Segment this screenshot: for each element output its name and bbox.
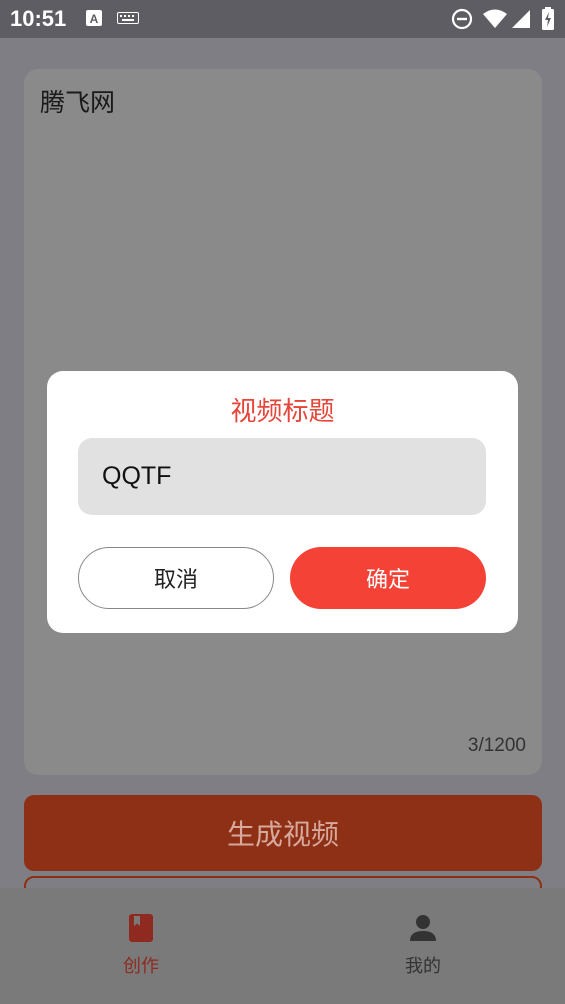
tab-create-label: 创作 — [123, 956, 159, 977]
bottom-tab-bar: 创作 我的 — [0, 888, 565, 1004]
dialog-title: 视频标题 — [230, 397, 335, 427]
editor-content[interactable]: 腾飞网 — [40, 83, 115, 119]
person-icon — [410, 915, 436, 941]
battery-charging-icon — [542, 7, 554, 30]
video-title-dialog: 视频标题 QQTF 取消 确定 — [47, 371, 518, 633]
font-notification-icon: A — [86, 10, 102, 26]
generate-video-button[interactable]: 生成视频 — [24, 795, 542, 871]
tab-mine[interactable]: 我的 — [282, 888, 564, 1004]
svg-text:A: A — [90, 12, 99, 26]
status-time: 10:51 — [10, 6, 67, 31]
tab-mine-label: 我的 — [405, 956, 441, 977]
wifi-icon — [483, 9, 507, 28]
confirm-button[interactable]: 确定 — [290, 547, 486, 609]
cancel-button[interactable]: 取消 — [78, 547, 274, 609]
bookmark-book-icon — [129, 914, 153, 942]
tab-create[interactable]: 创作 — [0, 888, 282, 1004]
video-title-input[interactable]: QQTF — [78, 438, 486, 515]
keyboard-icon — [117, 12, 139, 24]
status-bar: 10:51 A — [0, 0, 565, 38]
do-not-disturb-icon — [451, 8, 473, 30]
cellular-signal-icon — [512, 10, 530, 28]
character-counter: 3/1200 — [467, 735, 526, 756]
